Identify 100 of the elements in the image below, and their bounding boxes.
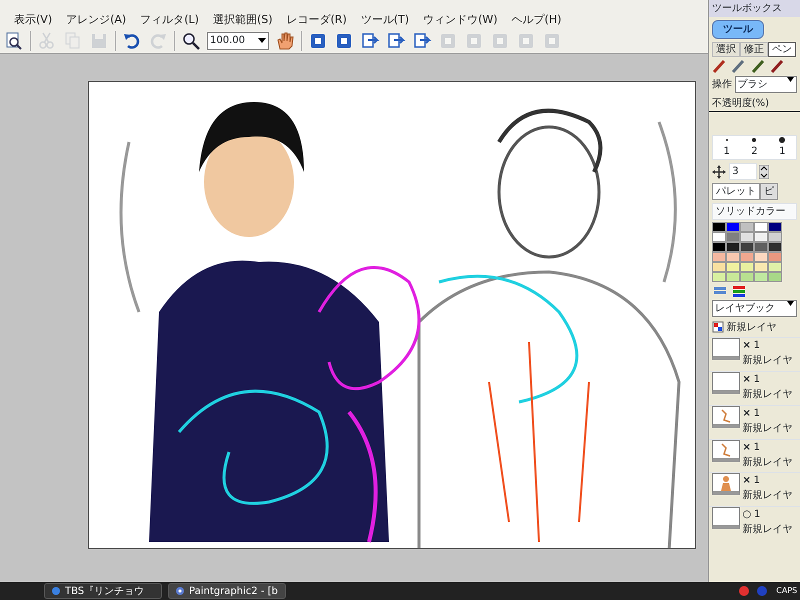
color-swatch[interactable] — [712, 222, 726, 232]
color-swatch[interactable] — [768, 252, 782, 262]
brush-size-label: 1 — [723, 145, 730, 160]
color-swatch[interactable] — [768, 272, 782, 282]
tool-tab[interactable]: ペン — [768, 42, 796, 56]
spinner-icon[interactable] — [759, 164, 770, 178]
app-icon — [51, 586, 61, 596]
color-swatch[interactable] — [712, 252, 726, 262]
layer-row[interactable]: ○ 1 新規レイヤ — [709, 506, 800, 537]
layer-mark[interactable]: × — [742, 473, 751, 488]
menu-item[interactable]: アレンジ(A) — [66, 12, 126, 28]
color-swatch[interactable] — [740, 262, 754, 272]
tool-tab[interactable]: 選択 — [712, 42, 740, 56]
color-swatch[interactable] — [712, 262, 726, 272]
brush-dot-icon[interactable] — [778, 136, 786, 144]
color-swatch[interactable] — [768, 222, 782, 232]
color-swatch[interactable] — [726, 252, 740, 262]
color-swatch[interactable] — [740, 242, 754, 252]
color-swatch[interactable] — [754, 232, 768, 242]
layers-icon[interactable] — [712, 285, 728, 297]
menu-item[interactable]: 表示(V) — [14, 12, 52, 28]
menu-item[interactable]: フィルタ(L) — [140, 12, 199, 28]
brush-size-label: 2 — [751, 145, 758, 160]
color-swatch[interactable] — [754, 242, 768, 252]
layer-row[interactable]: × 1 新規レイヤ — [709, 472, 800, 504]
dropdown-caret-icon[interactable] — [258, 38, 266, 44]
pen-icon[interactable] — [712, 59, 726, 74]
tool-tab[interactable]: 修正 — [740, 42, 768, 56]
color-swatch[interactable] — [726, 262, 740, 272]
pen-icon[interactable] — [770, 59, 784, 74]
color-swatch[interactable] — [740, 222, 754, 232]
dropdown-caret-icon[interactable] — [787, 300, 794, 306]
pen-icon[interactable] — [750, 59, 765, 74]
app-icon — [175, 586, 185, 596]
tray-icon[interactable] — [738, 585, 750, 597]
color-swatch[interactable] — [754, 222, 768, 232]
layer-thumbnail — [712, 338, 740, 360]
menu-item[interactable]: ウィンドウ(W) — [423, 12, 498, 28]
sketch-icon — [720, 408, 731, 423]
palette-set-select[interactable]: ソリッドカラー — [712, 202, 798, 220]
color-swatch[interactable] — [726, 242, 740, 252]
menu-item[interactable]: レコーダ(R) — [286, 12, 347, 28]
operation-select[interactable]: ブラシ — [734, 76, 798, 93]
color-swatch[interactable] — [754, 272, 768, 282]
color-swatch[interactable] — [740, 272, 754, 282]
caps-indicator: CAPS — [775, 585, 798, 597]
menu-item[interactable]: ヘルプ(H) — [512, 12, 562, 28]
layer-row[interactable]: × 1 新規レイヤ — [709, 337, 800, 368]
layer-mark[interactable]: ○ — [742, 507, 752, 522]
layer-mark[interactable]: × — [742, 372, 751, 387]
layer-number: 1 — [754, 440, 760, 454]
move-icon — [712, 164, 726, 178]
arrow-icon[interactable] — [386, 30, 406, 50]
taskbar-button[interactable]: Paintgraphic2 - [b — [168, 583, 286, 599]
color-swatch[interactable] — [726, 232, 740, 242]
menu-item[interactable]: 選択範囲(S) — [212, 12, 273, 28]
color-swatch[interactable] — [768, 232, 782, 242]
zoom-field[interactable]: 100.00 — [207, 32, 269, 50]
brush-dot-icon[interactable] — [750, 136, 758, 144]
color-swatch[interactable] — [712, 242, 726, 252]
layer-mark[interactable]: × — [742, 406, 751, 421]
menu-item[interactable]: ツール(T) — [360, 12, 410, 28]
color-swatch[interactable] — [768, 242, 782, 252]
channels-icon[interactable] — [730, 285, 746, 297]
taskbar-button[interactable]: TBS『リンチョウ — [44, 583, 162, 599]
layer-name: 新規レイヤ — [742, 522, 792, 537]
layer-thumbnail — [712, 372, 740, 394]
color-swatch[interactable] — [740, 252, 754, 262]
layer-row[interactable]: × 1 新規レイヤ — [709, 404, 800, 436]
color-swatch[interactable] — [754, 252, 768, 262]
magnifier-icon[interactable] — [181, 30, 201, 50]
brush-size-label: 1 — [779, 145, 786, 160]
dropdown-caret-icon[interactable] — [787, 77, 794, 82]
size-field[interactable]: 3 — [728, 163, 756, 180]
help-icon[interactable] — [756, 585, 768, 597]
arrow-icon[interactable] — [360, 30, 380, 50]
layer-mark[interactable]: × — [742, 440, 751, 454]
color-swatch[interactable] — [726, 222, 740, 232]
pen-icon[interactable] — [731, 59, 746, 74]
select-value: レイヤブック — [714, 302, 775, 316]
color-swatch[interactable] — [754, 262, 768, 272]
toolbox-tab[interactable]: ツール — [712, 20, 764, 39]
zoom-value: 100.00 — [210, 34, 245, 48]
color-swatch[interactable] — [768, 262, 782, 272]
select-value: ブラシ — [738, 78, 768, 92]
layer-mark[interactable]: × — [742, 338, 751, 354]
arrow-icon[interactable] — [412, 30, 432, 50]
color-swatch[interactable] — [712, 272, 726, 282]
layer-row[interactable]: × 1 新規レイヤ — [709, 371, 800, 402]
layer-book-select[interactable]: レイヤブック — [712, 300, 798, 317]
palette-tab[interactable]: ピ — [760, 182, 778, 200]
layer-row[interactable]: × 1 新規レイヤ — [709, 438, 800, 470]
palette-tab[interactable]: パレット — [712, 182, 760, 200]
new-layer-button[interactable]: 新規レイヤ — [726, 320, 776, 334]
layer-number: 1 — [754, 474, 760, 488]
print-preview-icon[interactable] — [4, 30, 24, 50]
color-swatch[interactable] — [726, 272, 740, 282]
hand-icon[interactable] — [275, 30, 295, 50]
color-swatch[interactable] — [712, 232, 726, 242]
color-swatch[interactable] — [740, 232, 754, 242]
